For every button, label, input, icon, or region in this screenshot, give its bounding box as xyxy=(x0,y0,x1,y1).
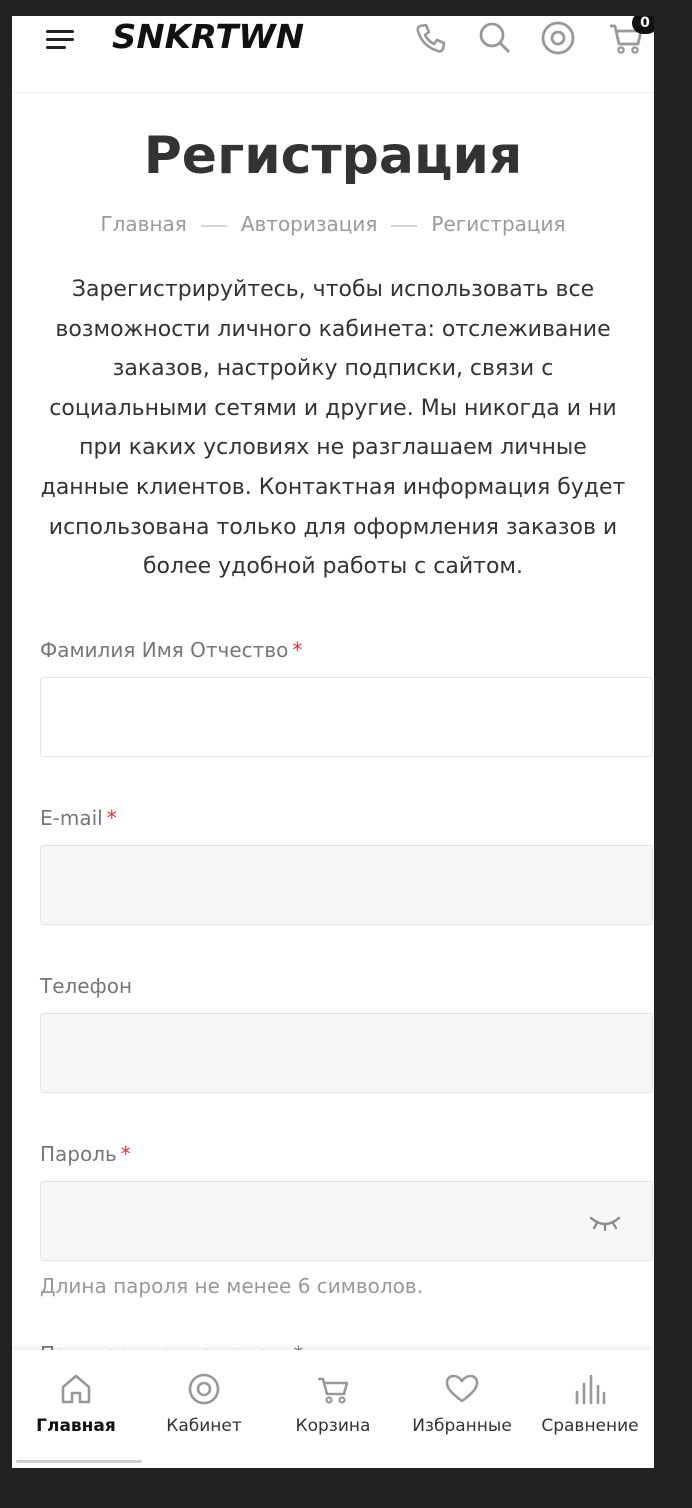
breadcrumb-auth[interactable]: Авторизация xyxy=(241,212,378,236)
breadcrumb-separator xyxy=(391,224,418,227)
nav-home[interactable]: Главная xyxy=(12,1350,140,1450)
email-input[interactable] xyxy=(40,845,653,925)
phone-icon[interactable] xyxy=(412,20,448,56)
registration-intro-text: Зарегистрируйтесь, чтобы использовать вс… xyxy=(40,277,626,580)
required-mark: * xyxy=(292,638,303,662)
home-icon xyxy=(61,1374,91,1404)
heart-icon xyxy=(445,1374,479,1403)
breadcrumb-current: Регистрация xyxy=(431,212,566,236)
show-password-eye-closed-icon[interactable] xyxy=(588,1212,622,1232)
svg-text:SNKRTWN: SNKRTWN xyxy=(112,17,304,56)
search-icon[interactable] xyxy=(476,20,512,56)
password-input[interactable] xyxy=(40,1181,653,1261)
nav-cart[interactable]: Корзина xyxy=(269,1350,397,1450)
scroll-indicator xyxy=(16,1460,142,1463)
email-label: E-mail * xyxy=(40,806,117,830)
breadcrumb-separator xyxy=(200,224,227,227)
nav-home-label: Главная xyxy=(36,1416,116,1436)
phone-label: Телефон xyxy=(40,974,133,998)
page-title: Регистрация xyxy=(143,126,523,186)
bottom-navigation: Главная Кабинет Корзина Избранные Сравне… xyxy=(12,1350,654,1468)
fullname-label: Фамилия Имя Отчество * xyxy=(40,638,303,662)
required-mark: * xyxy=(106,806,117,830)
nav-account[interactable]: Кабинет xyxy=(140,1350,268,1450)
account-icon[interactable] xyxy=(540,20,576,56)
phone-screen: SNKRTWN 0 Регистрация Главная Авторизация… xyxy=(12,16,654,1468)
nav-favorites-label: Избранные xyxy=(412,1416,512,1436)
site-header: SNKRTWN 0 xyxy=(12,16,654,93)
password-label: Пароль * xyxy=(40,1142,131,1166)
nav-cart-label: Корзина xyxy=(295,1416,371,1436)
site-logo[interactable]: SNKRTWN xyxy=(112,16,304,56)
fullname-input[interactable] xyxy=(40,677,653,757)
nav-compare[interactable]: Сравнение xyxy=(526,1350,654,1450)
cart-icon xyxy=(318,1377,349,1404)
account-icon xyxy=(188,1373,220,1405)
breadcrumb-home[interactable]: Главная xyxy=(100,212,186,236)
cart-count-badge: 0 xyxy=(632,16,654,34)
phone-input[interactable] xyxy=(40,1013,653,1093)
password-hint: Длина пароля не менее 6 символов. xyxy=(40,1274,424,1298)
required-mark: * xyxy=(120,1142,131,1166)
breadcrumb: Главная Авторизация Регистрация xyxy=(12,212,654,236)
nav-account-label: Кабинет xyxy=(166,1416,242,1436)
compare-icon xyxy=(575,1374,606,1405)
menu-icon[interactable] xyxy=(46,28,74,50)
nav-compare-label: Сравнение xyxy=(541,1416,639,1436)
nav-favorites[interactable]: Избранные xyxy=(398,1350,526,1450)
